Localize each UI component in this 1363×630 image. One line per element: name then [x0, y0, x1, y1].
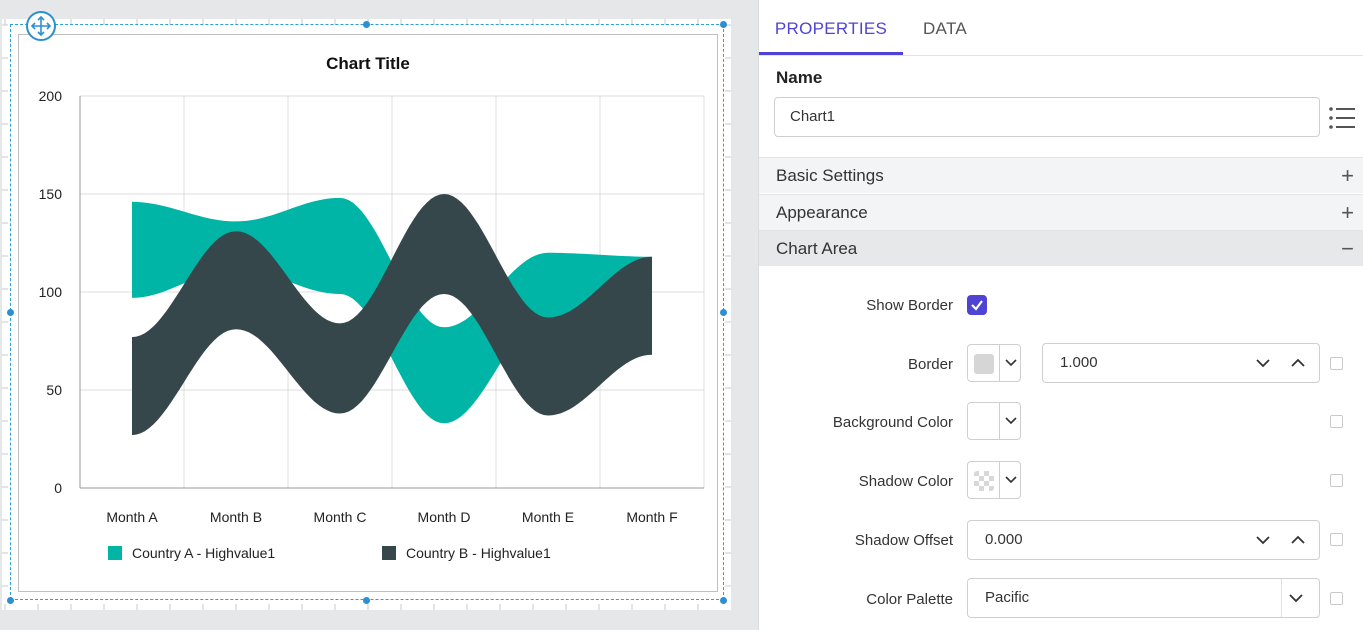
border-color-picker[interactable]	[967, 344, 1021, 382]
tab-data[interactable]: DATA	[903, 0, 987, 55]
chevron-down-icon	[1005, 417, 1017, 425]
background-color-label: Background Color	[832, 414, 953, 431]
section-appearance-label: Appearance	[776, 203, 868, 222]
legend-swatch	[108, 546, 122, 560]
border-label: Border	[907, 356, 953, 373]
shadow-offset-value: 0.000	[985, 531, 1023, 548]
expand-icon[interactable]: +	[1341, 195, 1354, 231]
resize-handle-bottom-right[interactable]	[720, 597, 727, 604]
show-border-label: Show Border	[866, 297, 953, 314]
background-color-picker[interactable]	[967, 402, 1021, 440]
resize-handle-bottom-center[interactable]	[363, 597, 370, 604]
shadow-offset-label: Shadow Offset	[854, 532, 953, 549]
checkmark-icon	[971, 300, 983, 311]
legend-swatch	[382, 546, 396, 560]
shadow-offset-override-checkbox[interactable]	[1330, 533, 1343, 546]
section-chart-area[interactable]: Chart Area −	[759, 230, 1363, 266]
resize-handle-bottom-left[interactable]	[7, 597, 14, 604]
section-appearance[interactable]: Appearance +	[759, 194, 1363, 230]
section-chart-area-label: Chart Area	[776, 239, 858, 258]
background-color-swatch	[974, 412, 994, 432]
chevron-up-icon[interactable]	[1290, 532, 1306, 548]
x-tick-label: Month F	[626, 509, 677, 525]
x-tick-label: Month C	[314, 509, 367, 525]
chevron-down-icon[interactable]	[1288, 590, 1304, 606]
border-width-input[interactable]: 1.000	[1042, 343, 1320, 383]
name-label: Name	[776, 68, 823, 87]
design-canvas: Chart Title 0 50 100 150 200 Month A Month B Mo…	[0, 0, 758, 630]
section-basic-settings[interactable]: Basic Settings +	[759, 157, 1363, 193]
background-color-override-checkbox[interactable]	[1330, 415, 1343, 428]
name-input[interactable]: Chart1	[774, 97, 1320, 137]
x-tick-label: Month B	[210, 509, 262, 525]
resize-handle-middle-left[interactable]	[7, 309, 14, 316]
chevron-down-icon[interactable]	[1255, 355, 1271, 371]
chevron-down-icon	[1005, 359, 1017, 367]
y-tick-label: 0	[54, 480, 62, 496]
resize-handle-top-right[interactable]	[720, 21, 727, 28]
chevron-down-icon	[1005, 476, 1017, 484]
panel-tabs: PROPERTIES DATA	[759, 0, 1363, 56]
y-tick-label: 100	[39, 284, 63, 300]
shadow-color-picker[interactable]	[967, 461, 1021, 499]
resize-handle-top-center[interactable]	[363, 21, 370, 28]
tab-properties[interactable]: PROPERTIES	[759, 0, 903, 55]
collapse-icon[interactable]: −	[1341, 231, 1354, 267]
x-tick-label: Month D	[418, 509, 471, 525]
color-palette-dropdown[interactable]: Pacific	[967, 578, 1320, 618]
move-handle-icon[interactable]	[26, 11, 56, 41]
border-width-value: 1.000	[1060, 354, 1098, 371]
list-icon[interactable]	[1327, 104, 1357, 132]
section-basic-settings-label: Basic Settings	[776, 166, 884, 185]
y-tick-label: 200	[39, 88, 63, 104]
resize-handle-middle-right[interactable]	[720, 309, 727, 316]
legend-label: Country B - Highvalue1	[406, 545, 551, 561]
chart-legend[interactable]: Country A - Highvalue1 Country B - Highva…	[108, 545, 551, 561]
expand-icon[interactable]: +	[1341, 158, 1354, 194]
shadow-offset-input[interactable]: 0.000	[967, 520, 1320, 560]
border-color-swatch	[974, 354, 994, 374]
show-border-checkbox[interactable]	[967, 295, 987, 315]
chart-title: Chart Title	[326, 54, 410, 73]
shadow-color-label: Shadow Color	[858, 473, 953, 490]
x-tick-label: Month A	[106, 509, 158, 525]
color-palette-value: Pacific	[985, 589, 1030, 606]
color-palette-label: Color Palette	[866, 591, 953, 608]
shadow-color-override-checkbox[interactable]	[1330, 474, 1343, 487]
border-override-checkbox[interactable]	[1330, 357, 1343, 370]
y-tick-label: 150	[39, 186, 63, 202]
chevron-down-icon[interactable]	[1255, 532, 1271, 548]
chart-plot[interactable]: Chart Title 0 50 100 150 200 Month A Month B Mo…	[18, 34, 718, 592]
properties-panel: PROPERTIES DATA Name Chart1 Basic Settin…	[758, 0, 1363, 630]
y-tick-label: 50	[46, 382, 62, 398]
x-tick-label: Month E	[522, 509, 574, 525]
color-palette-override-checkbox[interactable]	[1330, 592, 1343, 605]
transparent-swatch-icon	[974, 471, 994, 491]
legend-label: Country A - Highvalue1	[132, 545, 275, 561]
chevron-up-icon[interactable]	[1290, 355, 1306, 371]
